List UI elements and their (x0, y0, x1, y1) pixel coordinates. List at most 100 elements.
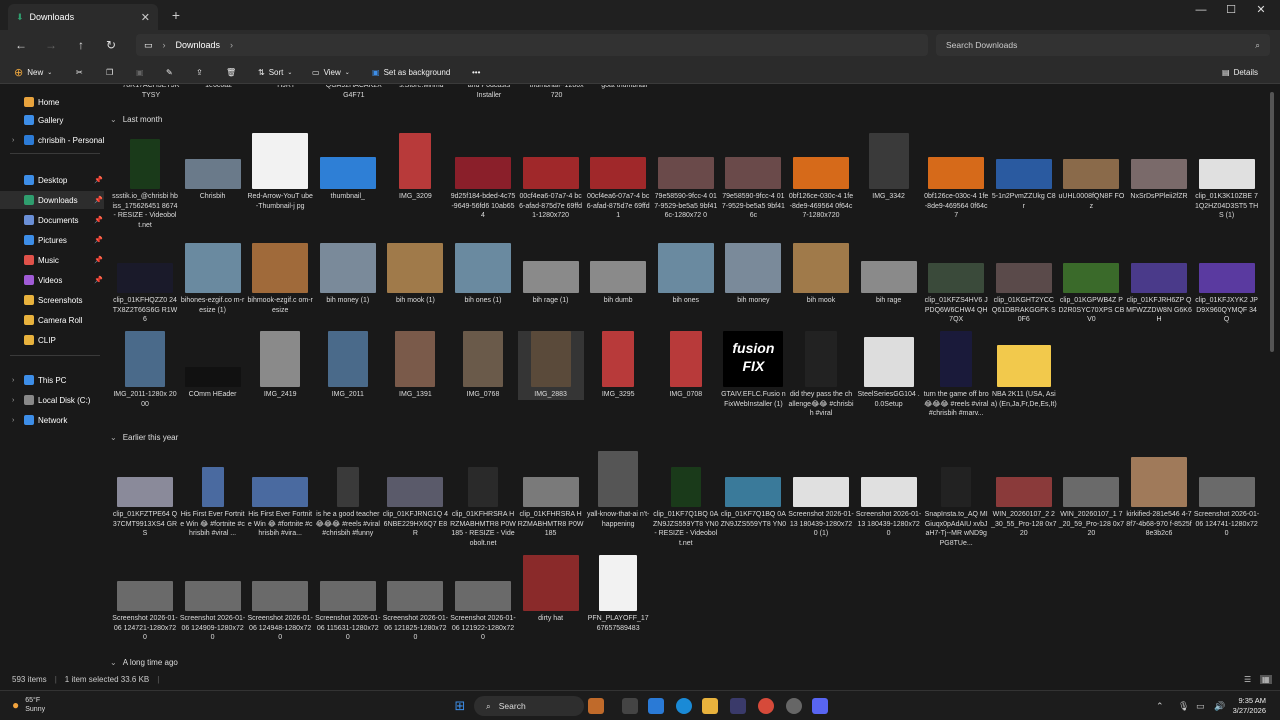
file-item[interactable]: IMG_1391 (382, 331, 448, 400)
sidebar-item-pictures[interactable]: Pictures 📌 (0, 231, 104, 249)
file-item[interactable]: IMG_2419 (247, 331, 313, 400)
sidebar-item-camera-roll[interactable]: Camera Roll (0, 311, 104, 329)
file-item[interactable]: clip_01KFJRNG1Q 46NBE229HX6Q7 E8R (382, 451, 448, 539)
file-item[interactable]: fusion FIX GTAIV.EFLC.Fusio nFixWebInstal… (720, 331, 786, 409)
sidebar-item-clip[interactable]: CLIP (0, 331, 104, 349)
file-item[interactable]: turn the game off bro 😂😂😂 #reels #viral … (923, 331, 989, 419)
file-item[interactable]: clip_01KFJRH6ZP QMFWZZDW8N G6K6H (1126, 237, 1192, 325)
file-item[interactable]: bih money (1) (315, 237, 381, 306)
close-tab-icon[interactable]: ✕ (141, 11, 150, 24)
file-item[interactable]: kirkified-281e546 4-78f7-4b68-970 f-8525… (1126, 451, 1192, 539)
file-item[interactable]: SteelSeriesGG104 .0.0Setup (856, 331, 922, 409)
weather-widget[interactable]: ● 65°F Sunny (12, 696, 45, 714)
clock[interactable]: 9:35 AM 3/27/2026 (1233, 696, 1266, 716)
file-item[interactable]: bihones-ezgif.co m-resize (1) (180, 237, 246, 315)
sidebar-item-local-disk-c-[interactable]: › Local Disk (C:) (0, 391, 104, 409)
file-item[interactable]: Screenshot 2026-01-13 180439-1280x72 0 (856, 451, 922, 539)
file-item[interactable]: clip_01KGHT2YCC Q61DBRAKGGFK S0F6 (991, 237, 1057, 325)
more-options-button[interactable]: ••• (472, 64, 480, 80)
back-icon[interactable]: ← (12, 36, 30, 54)
chevron-right-icon[interactable]: › (12, 397, 14, 404)
file-name[interactable]: thumbnail--1280x 720 (524, 85, 590, 100)
file-item[interactable]: bih rage (1) (518, 237, 584, 306)
file-item[interactable]: is he a good teacher😂😂😂 #reels #viral #c… (315, 451, 381, 539)
file-item[interactable]: clip_01KFHQZZ0 24TX8Z2T66S6G R1W6 (112, 237, 178, 325)
file-item[interactable]: Red-Arrow-YouT ube-Thumbnail-j pg (247, 133, 313, 211)
file-item[interactable]: 5-1n2PvmZZUkg C8r (991, 133, 1057, 211)
file-item[interactable]: yall-know-that-ai n't-happening (585, 451, 651, 529)
group-header-earlier[interactable]: ⌄ Earlier this year (110, 433, 178, 442)
file-item[interactable]: IMG_2011-1280x 2000 (112, 331, 178, 409)
task-view-icon[interactable] (622, 698, 638, 714)
file-item[interactable]: PFN_PLAYOFF_17 67657589483 (585, 555, 651, 633)
volume-icon[interactable]: 🔊 (1214, 698, 1230, 714)
file-explorer-icon[interactable] (702, 698, 718, 714)
file-item[interactable]: bih ones (1) (450, 237, 516, 306)
file-item[interactable]: clip_01KFJXYK2 JPD9X960QYMQF 34Q (1194, 237, 1260, 325)
file-item[interactable]: Screenshot 2026-01-06 124909-1280x72 0 (180, 555, 246, 643)
refresh-icon[interactable]: ↻ (102, 36, 120, 54)
file-item[interactable]: His First Ever Fortnite Win 😂 #fortnite … (180, 451, 246, 539)
file-name[interactable]: goat thumbnail (591, 85, 657, 91)
address-field[interactable]: ▭ › Downloads › (136, 34, 928, 56)
file-item[interactable]: SnapInsta.to_AQ MIGiuqx0pAdAIU xvbJaH7-T… (923, 451, 989, 548)
file-item[interactable]: Screenshot 2026-01-06 124721-1280x72 0 (112, 555, 178, 643)
file-item[interactable]: 79e58590-9fcc-4 017-9529-be5a5 9bf416c-1… (653, 133, 719, 221)
file-item[interactable]: bih money (720, 237, 786, 306)
file-name[interactable]: s.Store.winmd (388, 85, 454, 91)
sidebar-item-videos[interactable]: Videos 📌 (0, 271, 104, 289)
file-item[interactable]: WIN_20260107_1 7_20_59_Pro-128 0x720 (1058, 451, 1124, 539)
file-item[interactable]: Screenshot 2026-01-06 121922-1280x72 0 (450, 555, 516, 643)
network-icon[interactable]: ▭ (1196, 698, 1212, 714)
file-item[interactable]: IMG_2011 (315, 331, 381, 400)
scrollbar-thumb[interactable] (1270, 92, 1274, 352)
file-item[interactable]: clip_01KF7Q1BQ 0AZN9JZS559YT8 YN0 (720, 451, 786, 529)
start-icon[interactable]: ⊞ (452, 698, 468, 714)
file-item[interactable]: clip_01KFHRSRA HRZMABHMTR8 P0W185 - RESI… (450, 451, 516, 548)
chevron-right-icon[interactable]: › (12, 137, 14, 144)
file-item[interactable]: IMG_2883 (517, 331, 584, 400)
file-name[interactable]: HJRT (253, 85, 319, 91)
file-item[interactable]: ssstik.io_@chrisbi hbiss_175626451 8674 … (112, 133, 178, 230)
bing-icon[interactable] (588, 698, 604, 714)
file-item[interactable]: bihmook-ezgif.c om-resize (247, 237, 313, 315)
sort-button[interactable]: ⇅ Sort ⌄ (258, 64, 292, 80)
chrome-icon[interactable] (758, 698, 774, 714)
file-item[interactable]: dirty hat (518, 555, 584, 624)
sidebar-item-gallery[interactable]: Gallery (0, 111, 104, 129)
search-input[interactable]: Search Downloads ⌕ (936, 34, 1270, 56)
file-item[interactable]: uUHL0008fQN8F FOz (1058, 133, 1124, 211)
settings-icon[interactable] (786, 698, 802, 714)
file-item[interactable]: clip_01KFZTPE64 Q37CMT9913XS4 GRS (112, 451, 178, 539)
file-item[interactable]: bih mook (1) (382, 237, 448, 306)
chevron-up-icon[interactable]: ⌃ (1156, 698, 1172, 714)
maximize-button[interactable]: ☐ (1216, 0, 1246, 20)
file-item[interactable]: 0bf126ce-030c-4 1fe-8de9-469564 0f64c7 (923, 133, 989, 221)
sidebar-item-chrisbih-personal[interactable]: › chrisbih - Personal (0, 131, 104, 149)
file-item[interactable]: IMG_3295 (585, 331, 651, 400)
file-item[interactable]: NBA 2K11 (USA, Asia) (En,Ja,Fr,De,Es,It) (991, 331, 1057, 409)
tab-downloads[interactable]: ⬇ Downloads ✕ (8, 4, 158, 30)
store-icon[interactable] (730, 698, 746, 714)
group-header-long-ago[interactable]: ⌄ A long time ago (110, 658, 178, 667)
file-item[interactable]: bih rage (856, 237, 922, 306)
view-button[interactable]: ▭ View ⌄ (312, 64, 350, 80)
forward-icon[interactable]: → (42, 36, 60, 54)
file-item[interactable]: COmm HEader (180, 331, 246, 400)
file-item[interactable]: 79e58590-9fcc-4 017-9529-be5a5 9bf416c (720, 133, 786, 221)
file-item[interactable]: Screenshot 2026-01-06 121825-1280x72 0 (382, 555, 448, 643)
share-icon[interactable]: ⇪ (196, 64, 203, 80)
file-item[interactable]: Screenshot 2026-01-13 180439-1280x72 0 (… (788, 451, 854, 539)
delete-icon[interactable]: 🗑 (226, 64, 236, 80)
details-button[interactable]: ▤ Details (1222, 64, 1258, 80)
file-item[interactable]: bih mook (788, 237, 854, 306)
file-item[interactable]: IMG_0708 (653, 331, 719, 400)
file-item[interactable]: NxSrDsPPleii2fZR (1126, 133, 1192, 202)
details-view-icon[interactable]: ☰ (1244, 675, 1251, 684)
chevron-right-icon[interactable]: › (12, 377, 14, 384)
file-item[interactable]: bih ones (653, 237, 719, 306)
copy-icon[interactable]: ❐ (106, 64, 113, 80)
paste-icon[interactable]: ▣ (136, 64, 144, 80)
rename-icon[interactable]: ✎ (166, 64, 173, 80)
file-item[interactable]: IMG_3209 (382, 133, 448, 202)
